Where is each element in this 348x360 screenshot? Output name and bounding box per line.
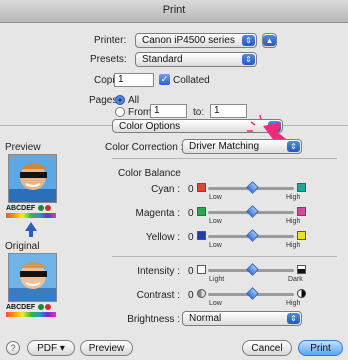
pages-to-field[interactable]: 1 bbox=[210, 104, 247, 118]
contrast-low-icon bbox=[197, 289, 206, 298]
printer-value: Canon iP4500 series bbox=[142, 35, 235, 46]
original-dot-red bbox=[45, 304, 51, 310]
preview-sample-text: ABCDEF bbox=[6, 205, 36, 212]
contrast-value: 0 bbox=[188, 290, 194, 301]
cyan-value: 0 bbox=[188, 184, 194, 195]
yellow-low-label: Low bbox=[209, 242, 222, 249]
intensity-low-label: Light bbox=[209, 276, 225, 283]
color-correction-value: Driver Matching bbox=[189, 141, 260, 152]
original-sample-text: ABCDEF bbox=[6, 304, 36, 311]
magenta-label: Magenta : bbox=[135, 208, 180, 219]
contrast-high-label: High bbox=[286, 300, 301, 307]
color-correction-popup[interactable]: Driver Matching ⇕ bbox=[182, 139, 302, 154]
title-bar: Print bbox=[0, 0, 348, 23]
cyan-high-swatch bbox=[297, 183, 306, 192]
intensity-label: Intensity : bbox=[137, 266, 180, 277]
original-image bbox=[8, 253, 57, 302]
brightness-label: Brightness : bbox=[127, 314, 180, 325]
yellow-label: Yellow : bbox=[145, 232, 180, 243]
yellow-low-swatch bbox=[197, 231, 206, 240]
preview-dot-red bbox=[45, 205, 51, 211]
panel-popup-value: Color Options bbox=[119, 121, 181, 132]
magenta-high-swatch bbox=[297, 207, 306, 216]
cyan-label: Cyan : bbox=[151, 184, 180, 195]
pages-all-radio[interactable] bbox=[115, 95, 125, 105]
presets-label: Presets: bbox=[90, 54, 127, 65]
brightness-value: Normal bbox=[189, 313, 222, 324]
preview-image bbox=[8, 154, 57, 203]
pages-to-text: to: bbox=[193, 107, 205, 118]
pages-from-field[interactable]: 1 bbox=[150, 104, 187, 118]
magenta-low-swatch bbox=[197, 207, 206, 216]
arrow-up-icon bbox=[25, 222, 37, 231]
magenta-high-label: High bbox=[286, 218, 301, 225]
pdf-button[interactable]: PDF ▾ bbox=[27, 340, 75, 356]
magenta-value: 0 bbox=[188, 208, 194, 219]
original-color-strip bbox=[6, 312, 56, 317]
cyan-high-label: High bbox=[286, 194, 301, 201]
intensity-light-icon bbox=[197, 265, 206, 274]
preview-label: Preview bbox=[5, 142, 41, 153]
collated-label: Collated bbox=[173, 75, 210, 86]
magenta-low-label: Low bbox=[209, 218, 222, 225]
divider bbox=[112, 256, 337, 257]
printer-label: Printer: bbox=[94, 35, 127, 46]
intensity-value: 0 bbox=[188, 266, 194, 277]
cyan-low-label: Low bbox=[209, 194, 222, 201]
color-balance-heading: Color Balance bbox=[118, 168, 181, 179]
divider bbox=[112, 158, 337, 159]
preview-dot-green bbox=[38, 205, 44, 211]
original-label: Original bbox=[5, 241, 40, 252]
presets-value: Standard bbox=[142, 54, 183, 65]
preview-button[interactable]: Preview bbox=[80, 340, 133, 356]
disclosure-up-icon: ▲ bbox=[263, 35, 276, 46]
printer-popup[interactable]: Canon iP4500 series ⇕ bbox=[135, 33, 257, 48]
copies-field[interactable]: 1 bbox=[114, 73, 154, 87]
chevron-updown-icon: ⇕ bbox=[242, 54, 255, 65]
preview-color-strip bbox=[6, 213, 56, 218]
chevron-updown-icon: ⇕ bbox=[242, 35, 255, 46]
intensity-dark-icon bbox=[297, 265, 306, 274]
original-dot-green bbox=[38, 304, 44, 310]
chevron-updown-icon: ⇕ bbox=[287, 141, 300, 152]
yellow-value: 0 bbox=[188, 232, 194, 243]
pages-all-label: All bbox=[128, 95, 140, 106]
cancel-button[interactable]: Cancel bbox=[242, 340, 292, 356]
chevron-updown-icon: ⇕ bbox=[287, 313, 300, 324]
print-button[interactable]: Print bbox=[298, 340, 343, 356]
brightness-popup[interactable]: Normal ⇕ bbox=[182, 311, 302, 326]
yellow-high-swatch bbox=[297, 231, 306, 240]
contrast-label: Contrast : bbox=[136, 290, 180, 301]
presets-popup[interactable]: Standard ⇕ bbox=[135, 52, 257, 67]
yellow-high-label: High bbox=[286, 242, 301, 249]
help-button[interactable]: ? bbox=[6, 341, 20, 355]
printer-expand-button[interactable]: ▲ bbox=[262, 33, 277, 48]
cyan-low-swatch bbox=[197, 183, 206, 192]
pages-from-radio[interactable] bbox=[115, 107, 125, 117]
contrast-low-label: Low bbox=[209, 300, 222, 307]
window-title: Print bbox=[162, 4, 186, 16]
contrast-high-icon bbox=[297, 289, 306, 298]
color-correction-label: Color Correction : bbox=[105, 142, 184, 153]
arrow-up-stem bbox=[29, 231, 33, 237]
collated-checkbox[interactable]: ✓ bbox=[159, 74, 170, 85]
intensity-high-label: Dark bbox=[288, 276, 303, 283]
